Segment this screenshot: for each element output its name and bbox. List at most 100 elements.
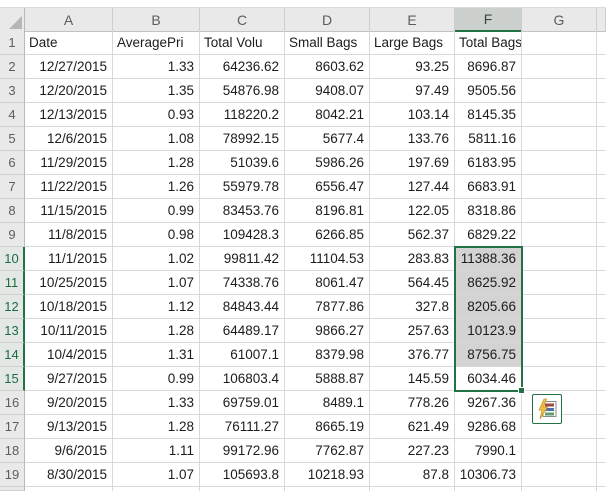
cell-D11[interactable]: 8061.47 (285, 271, 370, 295)
cell-H20[interactable] (597, 487, 606, 491)
row-header-16[interactable]: 16 (0, 391, 25, 415)
cell-B1[interactable]: AveragePri (113, 31, 200, 55)
cell-H14[interactable] (597, 343, 606, 367)
cell-G9[interactable] (522, 223, 597, 247)
cell-C16[interactable]: 69759.01 (200, 391, 285, 415)
cell-B8[interactable]: 0.99 (113, 199, 200, 223)
cell-G3[interactable] (522, 79, 597, 103)
row-header-5[interactable]: 5 (0, 127, 25, 151)
cell-G13[interactable] (522, 319, 597, 343)
select-all-button[interactable] (0, 8, 25, 32)
row-header-19[interactable]: 19 (0, 463, 25, 487)
cell-D2[interactable]: 8603.62 (285, 55, 370, 79)
cell-G14[interactable] (522, 343, 597, 367)
cell-C4[interactable]: 118220.2 (200, 103, 285, 127)
cell-E19[interactable]: 87.8 (370, 463, 455, 487)
cell-F14[interactable]: 8756.75 (455, 343, 522, 367)
cell-B20[interactable] (113, 487, 200, 491)
cell-H15[interactable] (597, 367, 606, 391)
cell-F20[interactable] (455, 487, 522, 491)
cell-A16[interactable]: 9/20/2015 (25, 391, 113, 415)
cell-A20[interactable] (25, 487, 113, 491)
cell-C6[interactable]: 51039.6 (200, 151, 285, 175)
cell-C9[interactable]: 109428.3 (200, 223, 285, 247)
cell-H4[interactable] (597, 103, 606, 127)
cell-F4[interactable]: 8145.35 (455, 103, 522, 127)
cell-D16[interactable]: 8489.1 (285, 391, 370, 415)
cell-H18[interactable] (597, 439, 606, 463)
cell-G12[interactable] (522, 295, 597, 319)
cell-H11[interactable] (597, 271, 606, 295)
cell-B18[interactable]: 1.11 (113, 439, 200, 463)
cell-E7[interactable]: 127.44 (370, 175, 455, 199)
cell-F12[interactable]: 8205.66 (455, 295, 522, 319)
cell-A8[interactable]: 11/15/2015 (25, 199, 113, 223)
cell-G10[interactable] (522, 247, 597, 271)
cell-H2[interactable] (597, 55, 606, 79)
row-header-11[interactable]: 11 (0, 271, 25, 295)
cell-E16[interactable]: 778.26 (370, 391, 455, 415)
cell-E5[interactable]: 133.76 (370, 127, 455, 151)
cell-H19[interactable] (597, 463, 606, 487)
cell-C12[interactable]: 84843.44 (200, 295, 285, 319)
cell-E3[interactable]: 97.49 (370, 79, 455, 103)
cell-F1[interactable]: Total Bags (455, 31, 522, 55)
cell-A4[interactable]: 12/13/2015 (25, 103, 113, 127)
cell-F11[interactable]: 8625.92 (455, 271, 522, 295)
row-header-13[interactable]: 13 (0, 319, 25, 343)
cell-D3[interactable]: 9408.07 (285, 79, 370, 103)
cell-G20[interactable] (522, 487, 597, 491)
cell-G4[interactable] (522, 103, 597, 127)
cell-D18[interactable]: 7762.87 (285, 439, 370, 463)
cell-D17[interactable]: 8665.19 (285, 415, 370, 439)
cell-B14[interactable]: 1.31 (113, 343, 200, 367)
row-header-9[interactable]: 9 (0, 223, 25, 247)
cell-B5[interactable]: 1.08 (113, 127, 200, 151)
cell-H3[interactable] (597, 79, 606, 103)
cell-C7[interactable]: 55979.78 (200, 175, 285, 199)
cell-G2[interactable] (522, 55, 597, 79)
row-header-10[interactable]: 10 (0, 247, 25, 271)
cell-B15[interactable]: 0.99 (113, 367, 200, 391)
column-header-partial[interactable] (597, 8, 606, 32)
cell-D15[interactable]: 5888.87 (285, 367, 370, 391)
cell-A2[interactable]: 12/27/2015 (25, 55, 113, 79)
column-header-D[interactable]: D (285, 8, 370, 32)
cell-E17[interactable]: 621.49 (370, 415, 455, 439)
column-header-A[interactable]: A (25, 8, 113, 32)
cell-F17[interactable]: 9286.68 (455, 415, 522, 439)
cell-B17[interactable]: 1.28 (113, 415, 200, 439)
cell-E4[interactable]: 103.14 (370, 103, 455, 127)
cell-H9[interactable] (597, 223, 606, 247)
cell-G6[interactable] (522, 151, 597, 175)
cell-G19[interactable] (522, 463, 597, 487)
cell-A18[interactable]: 9/6/2015 (25, 439, 113, 463)
row-header-1[interactable]: 1 (0, 31, 25, 55)
cell-C13[interactable]: 64489.17 (200, 319, 285, 343)
cell-A3[interactable]: 12/20/2015 (25, 79, 113, 103)
cell-C2[interactable]: 64236.62 (200, 55, 285, 79)
cell-H7[interactable] (597, 175, 606, 199)
cell-F10[interactable]: 11388.36 (455, 247, 522, 271)
cell-E10[interactable]: 283.83 (370, 247, 455, 271)
cell-F19[interactable]: 10306.73 (455, 463, 522, 487)
cell-G15[interactable] (522, 367, 597, 391)
cell-D12[interactable]: 7877.86 (285, 295, 370, 319)
cell-B3[interactable]: 1.35 (113, 79, 200, 103)
row-header-7[interactable]: 7 (0, 175, 25, 199)
cell-C20[interactable] (200, 487, 285, 491)
row-header-18[interactable]: 18 (0, 439, 25, 463)
cell-H5[interactable] (597, 127, 606, 151)
cell-D9[interactable]: 6266.85 (285, 223, 370, 247)
cell-D4[interactable]: 8042.21 (285, 103, 370, 127)
cell-D10[interactable]: 11104.53 (285, 247, 370, 271)
row-header-20-partial[interactable] (0, 487, 25, 491)
column-header-G[interactable]: G (522, 8, 597, 32)
cell-H12[interactable] (597, 295, 606, 319)
column-header-C[interactable]: C (200, 8, 285, 32)
cell-A13[interactable]: 10/11/2015 (25, 319, 113, 343)
cell-G11[interactable] (522, 271, 597, 295)
cell-G7[interactable] (522, 175, 597, 199)
cell-F16[interactable]: 9267.36 (455, 391, 522, 415)
cell-E13[interactable]: 257.63 (370, 319, 455, 343)
